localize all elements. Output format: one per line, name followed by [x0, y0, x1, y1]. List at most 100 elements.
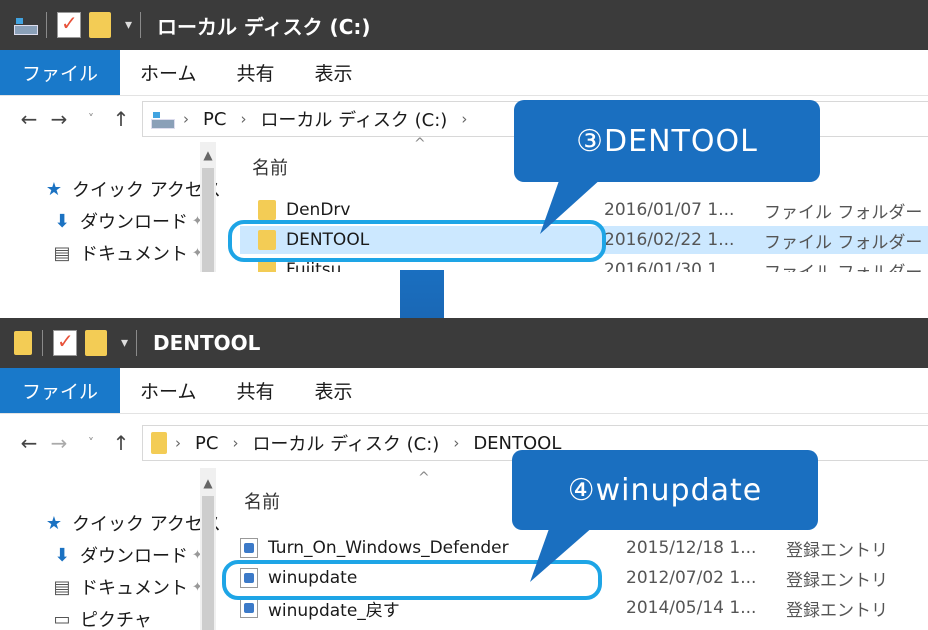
nav-item-documents[interactable]: ▤ ドキュメント ✦: [52, 240, 202, 266]
scroll-up-icon[interactable]: ▲: [202, 476, 214, 490]
callout-pointer: [530, 526, 594, 582]
nav-scroll-thumb[interactable]: [202, 168, 214, 272]
explorer-window-local-disk: ▾ ローカル ディスク (C:) ファイル ホーム 共有 表示 ← → ˅ ↑ …: [0, 0, 928, 272]
tab-share[interactable]: 共有: [216, 368, 294, 413]
nav-item-label: クイック アクセス: [72, 180, 221, 201]
document-icon: ▤: [53, 242, 71, 264]
nav-item-documents[interactable]: ▤ ドキュメント ✦: [52, 574, 202, 600]
file-date: 2016/02/22 1...: [604, 230, 735, 250]
star-icon: ★: [45, 178, 63, 200]
up-button[interactable]: ↑: [110, 431, 132, 455]
nav-item-downloads[interactable]: ⬇ ダウンロード ✦: [52, 542, 202, 568]
picture-icon: ▭: [53, 608, 71, 630]
nav-item-label: ピクチャ: [80, 610, 152, 630]
nav-item-downloads[interactable]: ⬇ ダウンロード ✦: [52, 208, 202, 234]
file-name: winupdate: [268, 568, 358, 588]
forward-button[interactable]: →: [48, 107, 70, 131]
ribbon-tabs: ファイル ホーム 共有 表示: [0, 50, 928, 96]
new-folder-icon[interactable]: [85, 330, 107, 356]
tab-file[interactable]: ファイル: [0, 368, 121, 413]
window-title: DENTOOL: [153, 331, 261, 355]
file-type: 登録エントリ: [786, 540, 888, 561]
file-date: 2012/07/02 1...: [626, 568, 757, 588]
sort-caret-icon: ^: [414, 136, 426, 152]
tab-view[interactable]: 表示: [294, 368, 372, 413]
registry-file-icon: [240, 598, 258, 618]
nav-item-label: ドキュメント: [80, 578, 188, 599]
drive-icon: [14, 15, 38, 35]
nav-item-quick-access[interactable]: ★ クイック アクセス: [44, 510, 221, 536]
quick-access-dropdown-icon[interactable]: ▾: [125, 17, 132, 33]
recent-locations-chevron-icon[interactable]: ˅: [80, 436, 102, 450]
properties-check-icon[interactable]: [53, 329, 77, 356]
folder-icon: [14, 331, 32, 355]
breadcrumb-local-disk[interactable]: ローカル ディスク (C:): [260, 106, 447, 132]
breadcrumb-chevron-icon[interactable]: ›: [232, 434, 238, 452]
file-type: ファイル フォルダー: [764, 202, 923, 223]
file-type: 登録エントリ: [786, 570, 888, 591]
file-type: ファイル フォルダー: [764, 232, 923, 253]
nav-item-label: ダウンロード: [80, 546, 188, 567]
folder-icon: [258, 230, 276, 250]
download-arrow-icon: ⬇: [54, 544, 70, 566]
folder-icon: [258, 260, 276, 272]
tab-view[interactable]: 表示: [294, 50, 372, 95]
quick-access-dropdown-icon[interactable]: ▾: [121, 335, 128, 351]
file-row[interactable]: winupdate_戻す 2014/05/14 1... 登録エントリ: [240, 594, 928, 622]
nav-item-quick-access[interactable]: ★ クイック アクセス: [44, 176, 221, 202]
breadcrumb-pc[interactable]: PC: [195, 433, 218, 454]
breadcrumb-chevron-icon[interactable]: ›: [461, 110, 467, 128]
breadcrumb-local-disk[interactable]: ローカル ディスク (C:): [252, 430, 439, 456]
navigation-pane: ★ クイック アクセス ⬇ ダウンロード ✦ ▤ ドキュメント ✦: [0, 142, 221, 272]
column-header-name[interactable]: 名前: [252, 154, 288, 180]
scroll-up-icon[interactable]: ▲: [202, 148, 214, 162]
breadcrumb-chevron-icon[interactable]: ›: [240, 110, 246, 128]
title-bar: ▾ DENTOOL: [0, 318, 928, 368]
star-icon: ★: [45, 512, 63, 534]
breadcrumb-pc[interactable]: PC: [203, 109, 226, 130]
registry-file-icon: [240, 568, 258, 588]
nav-item-label: クイック アクセス: [72, 514, 221, 535]
back-button[interactable]: ←: [18, 107, 40, 131]
file-type: ファイル フォルダー: [764, 258, 922, 273]
file-date: 2014/05/14 1...: [626, 598, 757, 618]
file-name: winupdate_戻す: [268, 600, 400, 621]
back-button[interactable]: ←: [18, 431, 40, 455]
folder-icon: [258, 200, 276, 220]
nav-item-label: ダウンロード: [80, 212, 188, 233]
recent-locations-chevron-icon[interactable]: ˅: [80, 112, 102, 126]
window-title: ローカル ディスク (C:): [157, 14, 371, 39]
tab-home[interactable]: ホーム: [120, 368, 216, 413]
title-bar: ▾ ローカル ディスク (C:): [0, 0, 928, 50]
new-folder-icon[interactable]: [89, 12, 111, 38]
callout-pointer: [540, 178, 602, 234]
properties-check-icon[interactable]: [57, 11, 81, 38]
up-button[interactable]: ↑: [110, 107, 132, 131]
column-header-name[interactable]: 名前: [244, 488, 280, 514]
explorer-window-dentool: ▾ DENTOOL ファイル ホーム 共有 表示 ← → ˅ ↑ › PC › …: [0, 318, 928, 630]
tab-home[interactable]: ホーム: [120, 50, 216, 95]
forward-button[interactable]: →: [48, 431, 70, 455]
breadcrumb-chevron-icon[interactable]: ›: [183, 110, 189, 128]
document-icon: ▤: [53, 576, 71, 598]
nav-item-pictures[interactable]: ▭ ピクチャ: [52, 606, 152, 630]
nav-scroll-thumb[interactable]: [202, 496, 214, 630]
callout-step-3: ③DENTOOL: [514, 100, 820, 182]
tab-file[interactable]: ファイル: [0, 50, 121, 95]
file-date: 2016/01/30 1...: [604, 260, 735, 272]
registry-file-icon: [240, 538, 258, 558]
tab-share[interactable]: 共有: [216, 50, 294, 95]
file-name: DenDrv: [286, 200, 351, 220]
file-name: DENTOOL: [286, 230, 370, 250]
drive-icon: [151, 109, 175, 129]
breadcrumb-chevron-icon[interactable]: ›: [453, 434, 459, 452]
callout-step-4: ④winupdate: [512, 450, 818, 530]
breadcrumb-chevron-icon[interactable]: ›: [175, 434, 181, 452]
title-separator: [136, 330, 138, 356]
file-date: 2015/12/18 1...: [626, 538, 757, 558]
title-separator: [46, 12, 47, 38]
title-separator: [140, 12, 142, 38]
file-name: Turn_On_Windows_Defender: [268, 538, 509, 558]
file-row[interactable]: Fujitsu 2016/01/30 1... ファイル フォルダー: [240, 256, 928, 272]
sort-caret-icon: ^: [418, 470, 430, 486]
